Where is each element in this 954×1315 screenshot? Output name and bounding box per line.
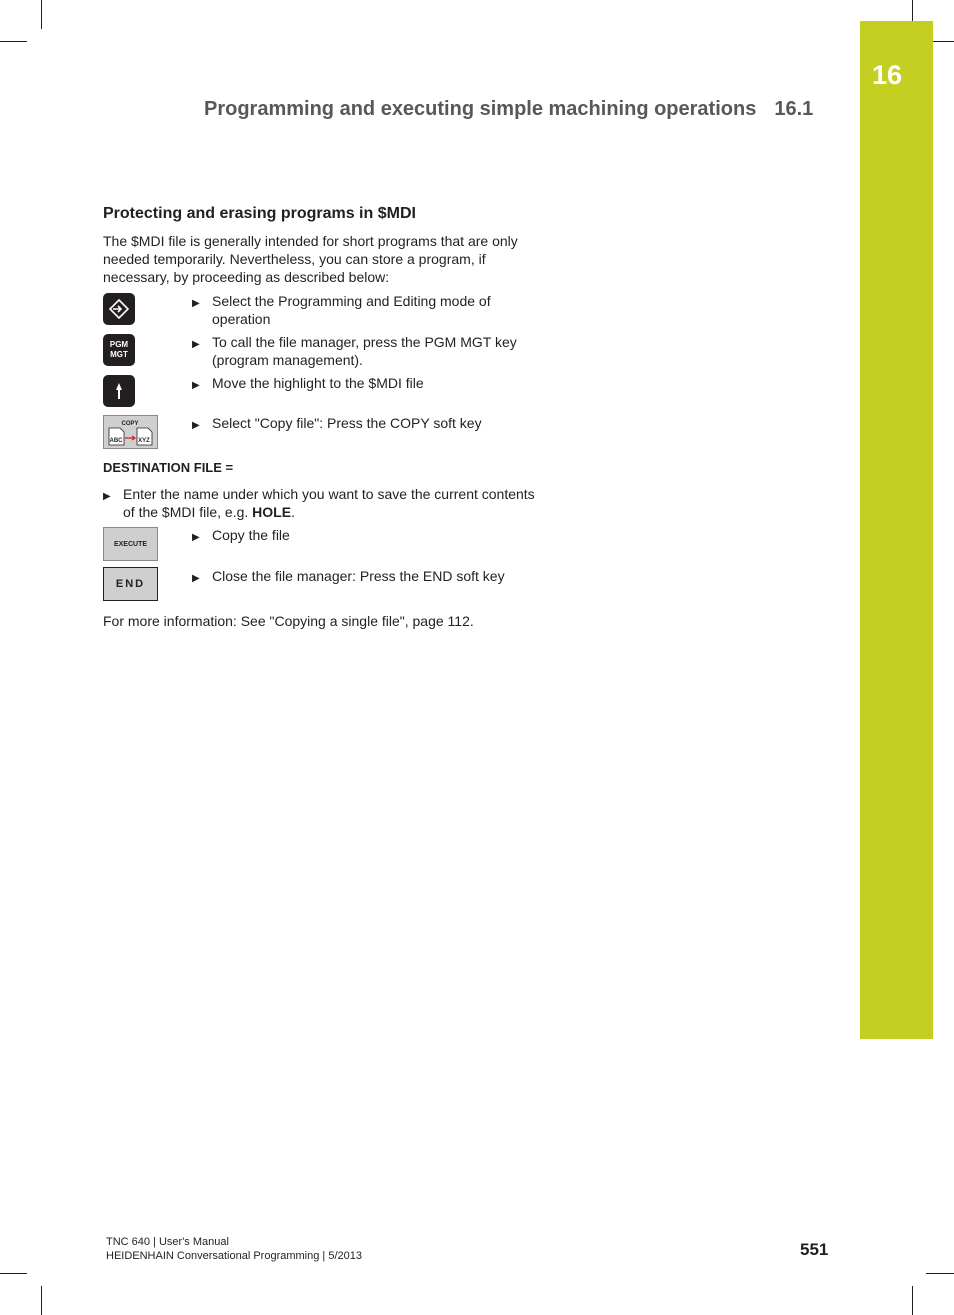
step-text: Select "Copy file": Press the COPY soft … <box>212 415 482 431</box>
step-enter-name: ▶ Enter the name under which you want to… <box>103 485 543 521</box>
step-text: Copy the file <box>212 527 290 543</box>
running-head: Programming and executing simple machini… <box>204 98 813 121</box>
crop-mark <box>912 1286 913 1315</box>
step-text: Enter the name under which you want to s… <box>123 486 535 520</box>
example-filename: HOLE <box>252 504 292 520</box>
step-text-end: . <box>291 504 295 520</box>
section-title: Protecting and erasing programs in $MDI <box>103 205 416 222</box>
crop-mark <box>0 1273 27 1274</box>
execute-softkey: EXECUTE <box>103 527 158 561</box>
programming-mode-key <box>103 293 135 325</box>
bullet-icon: ▶ <box>192 573 200 584</box>
footer-line-2: HEIDENHAIN Conversational Programming | … <box>106 1250 362 1262</box>
step-select-programming-mode: ▶ Select the Programming and Editing mod… <box>192 292 542 328</box>
arrow-up-key <box>103 375 135 407</box>
step-copy-file: ▶ Copy the file <box>192 526 542 544</box>
running-head-title: Programming and executing simple machini… <box>204 98 757 120</box>
footer-line-1: TNC 640 | User's Manual <box>106 1236 229 1248</box>
crop-mark <box>41 1286 42 1315</box>
bullet-icon: ▶ <box>192 339 200 350</box>
end-softkey: END <box>103 567 158 601</box>
chapter-number: 16 <box>872 60 903 90</box>
copy-softkey-icon: COPY ABC XYZ <box>108 421 153 446</box>
crop-mark <box>926 1273 954 1274</box>
chapter-tab <box>860 21 933 1039</box>
step-text: Close the file manager: Press the END so… <box>212 568 505 584</box>
bullet-icon: ▶ <box>192 532 200 543</box>
crop-mark <box>912 0 913 21</box>
footer: TNC 640 | User's Manual HEIDENHAIN Conve… <box>106 1235 362 1263</box>
intro-paragraph: The $MDI file is generally intended for … <box>103 233 518 285</box>
destination-file-prompt: DESTINATION FILE = <box>103 460 234 475</box>
bullet-icon: ▶ <box>192 380 200 391</box>
crop-mark <box>933 41 954 42</box>
svg-text:XYZ: XYZ <box>138 438 150 444</box>
step-close-file-manager: ▶ Close the file manager: Press the END … <box>192 567 542 585</box>
page-number: 551 <box>800 1240 829 1259</box>
more-info-reference: For more information: See "Copying a sin… <box>103 613 474 629</box>
crop-mark <box>0 41 27 42</box>
bullet-icon: ▶ <box>192 298 200 309</box>
running-head-section: 16.1 <box>774 98 814 120</box>
arrow-up-key-icon <box>116 383 122 399</box>
step-text: Select the Programming and Editing mode … <box>212 293 491 327</box>
svg-text:COPY: COPY <box>121 421 138 427</box>
svg-text:ABC: ABC <box>110 438 124 444</box>
copy-softkey: COPY ABC XYZ <box>103 415 158 449</box>
crop-mark <box>41 0 42 29</box>
step-move-highlight: ▶ Move the highlight to the $MDI file <box>192 374 542 392</box>
step-text: To call the file manager, press the PGM … <box>212 334 517 368</box>
step-call-file-manager: ▶ To call the file manager, press the PG… <box>192 333 542 369</box>
pgm-mgt-key-icon: PGM MGT <box>109 340 129 359</box>
bullet-icon: ▶ <box>103 491 111 502</box>
step-select-copy: ▶ Select "Copy file": Press the COPY sof… <box>192 414 542 432</box>
programming-mode-key-icon <box>108 298 130 320</box>
pgm-mgt-key: PGM MGT <box>103 334 135 366</box>
step-text: Move the highlight to the $MDI file <box>212 375 424 391</box>
bullet-icon: ▶ <box>192 420 200 431</box>
